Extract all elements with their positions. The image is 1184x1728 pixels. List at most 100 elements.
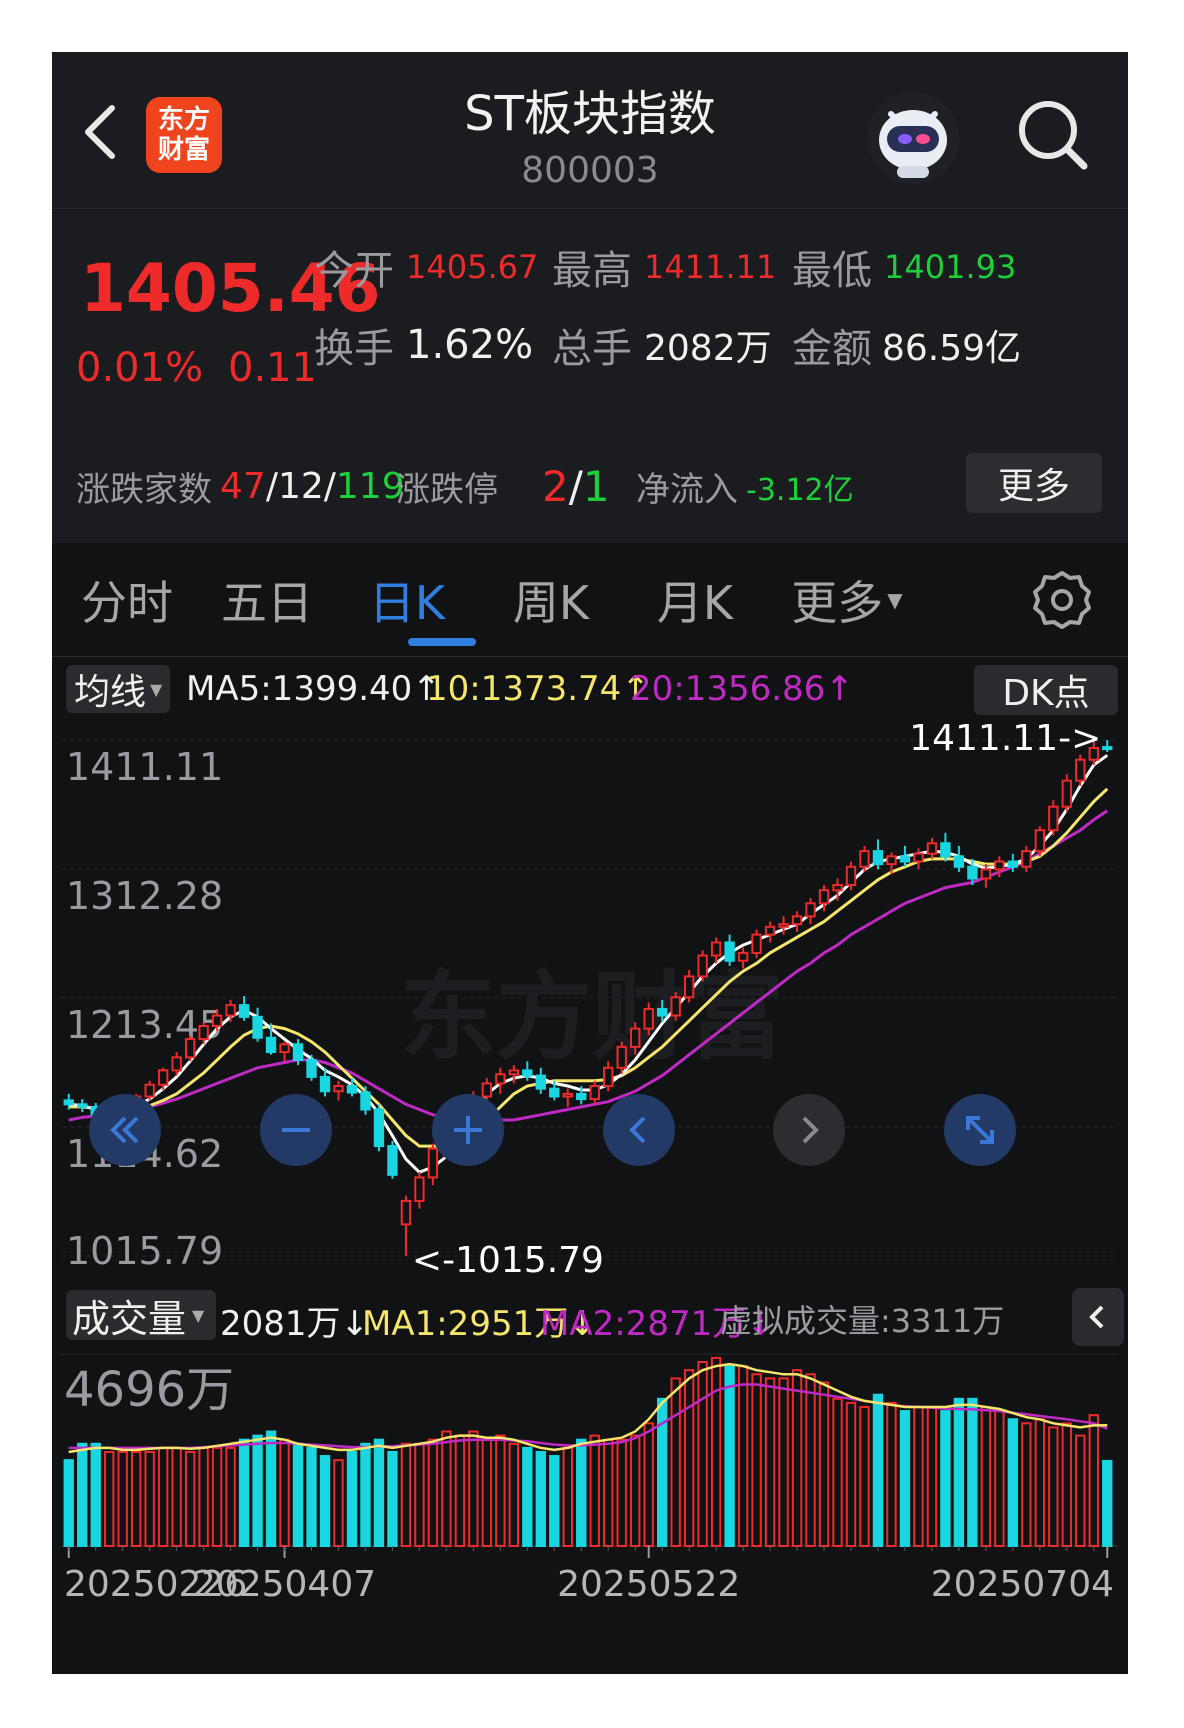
tab-more[interactable]: 更多 ▼ (782, 544, 912, 656)
gear-icon[interactable] (1032, 570, 1092, 630)
active-tab-indicator (408, 638, 476, 646)
volume-current: 2081万↓ (220, 1304, 370, 1344)
expand-icon (966, 1116, 994, 1144)
price-tick-label: 1015.79 (66, 1229, 223, 1273)
candle-body (994, 860, 1005, 871)
candle-body (360, 1091, 371, 1111)
volume-bar (994, 1410, 1005, 1547)
low-field: 最低 1401.93 (792, 238, 1016, 296)
candle (238, 995, 250, 1021)
zoom-in-button[interactable] (432, 1094, 504, 1166)
volume-max-label: 4696万 (64, 1362, 234, 1418)
volume-chart[interactable]: 4696万 2025022620250407 20250522 20250704 (52, 1346, 1128, 1616)
candle (764, 921, 776, 943)
open-value: 1405.67 (406, 248, 539, 286)
candle-body (778, 923, 789, 928)
candle-body (967, 865, 978, 880)
price-tick-label: 1411.11 (66, 745, 223, 789)
candle-body (77, 1103, 88, 1108)
volume-bar (104, 1450, 115, 1547)
candle-body (913, 852, 924, 863)
volume-bar (899, 1410, 911, 1547)
minus-icon (282, 1128, 310, 1132)
volume-bar (710, 1356, 722, 1547)
candle-body (724, 941, 735, 962)
limit-up: 2 (542, 462, 569, 511)
volume-bar (265, 1430, 277, 1547)
tab-weekly-k[interactable]: 周K (496, 544, 606, 656)
inflow-label: 净流入 (636, 470, 738, 510)
robot-assistant-icon[interactable] (867, 92, 959, 184)
search-icon[interactable] (1016, 98, 1090, 172)
candle (1034, 826, 1046, 857)
volume-bar (764, 1377, 776, 1548)
candle-body (319, 1075, 331, 1093)
volume-bar (77, 1442, 88, 1547)
candle-body (697, 954, 708, 978)
candle (926, 838, 938, 859)
volume-bar (549, 1455, 560, 1547)
candle-body (764, 925, 776, 936)
candle-body (940, 842, 951, 858)
volume-bar (940, 1410, 951, 1547)
candle-body (144, 1083, 155, 1098)
volume-bar (630, 1434, 641, 1547)
volume-bar (980, 1405, 992, 1548)
fullscreen-button[interactable] (944, 1094, 1016, 1166)
tab-intraday[interactable]: 分时 (72, 544, 182, 656)
price-tick-label: 1312.28 (66, 874, 223, 918)
tab-more-label: 更多 (791, 576, 884, 630)
candle-body (1102, 746, 1113, 751)
candle (697, 950, 708, 982)
volume-bar (333, 1459, 344, 1547)
low-label: 最低 (792, 248, 872, 294)
dk-point-button[interactable]: DK点 (974, 665, 1118, 715)
candle (953, 845, 965, 872)
candle (333, 1080, 344, 1101)
candle (400, 1195, 412, 1256)
volume-bar (845, 1401, 857, 1547)
volume-bar (90, 1442, 101, 1547)
candlestick-chart[interactable]: 东方财富 1411.111312.281213.451114.621015.79… (52, 720, 1128, 1284)
candle (562, 1088, 573, 1107)
volume-bar (859, 1405, 870, 1548)
candle (77, 1099, 88, 1113)
volume-bar (805, 1373, 816, 1547)
collapse-button[interactable] (1072, 1288, 1124, 1346)
volume-selector[interactable]: 成交量 ▼ (66, 1290, 216, 1341)
candle (1075, 754, 1086, 786)
more-button[interactable]: 更多 (966, 453, 1102, 513)
tab-monthly-k[interactable]: 月K (640, 544, 750, 656)
candle (184, 1035, 196, 1062)
volume-field: 总手 2082万 (552, 316, 772, 374)
scroll-right-button[interactable] (773, 1094, 845, 1166)
chevron-left-icon (1089, 1305, 1104, 1329)
scroll-left-button[interactable] (603, 1094, 675, 1166)
open-label: 今开 (314, 248, 394, 294)
candle-body (535, 1074, 546, 1090)
volume-bar (683, 1369, 695, 1548)
candle-body (630, 1027, 641, 1048)
candle-body (63, 1099, 74, 1106)
volume-bar (1075, 1434, 1086, 1547)
amount-label: 金额 (792, 326, 872, 372)
change-percent: 0.01% (76, 345, 204, 391)
zoom-out-button[interactable] (260, 1094, 332, 1166)
ma-selector[interactable]: 均线 ▼ (66, 665, 170, 713)
flat-count: 12 (277, 466, 324, 507)
volume-bar (913, 1405, 924, 1548)
low-annotation: <-1015.79 (412, 1240, 604, 1281)
ma-selector-label: 均线 (74, 672, 147, 713)
candle (252, 1007, 263, 1042)
candle-body (184, 1038, 196, 1059)
candle-body (495, 1073, 506, 1085)
candle-body (562, 1092, 573, 1098)
volume-bar (1048, 1426, 1059, 1547)
scroll-left-fast-button[interactable] (89, 1094, 161, 1166)
volume-bar (427, 1438, 439, 1547)
volume-bar (589, 1434, 600, 1547)
volume-bar (508, 1442, 520, 1547)
down-count: 119 (335, 466, 405, 507)
double-chevron-left-icon (110, 1116, 139, 1144)
tab-five-day[interactable]: 五日 (212, 544, 322, 656)
